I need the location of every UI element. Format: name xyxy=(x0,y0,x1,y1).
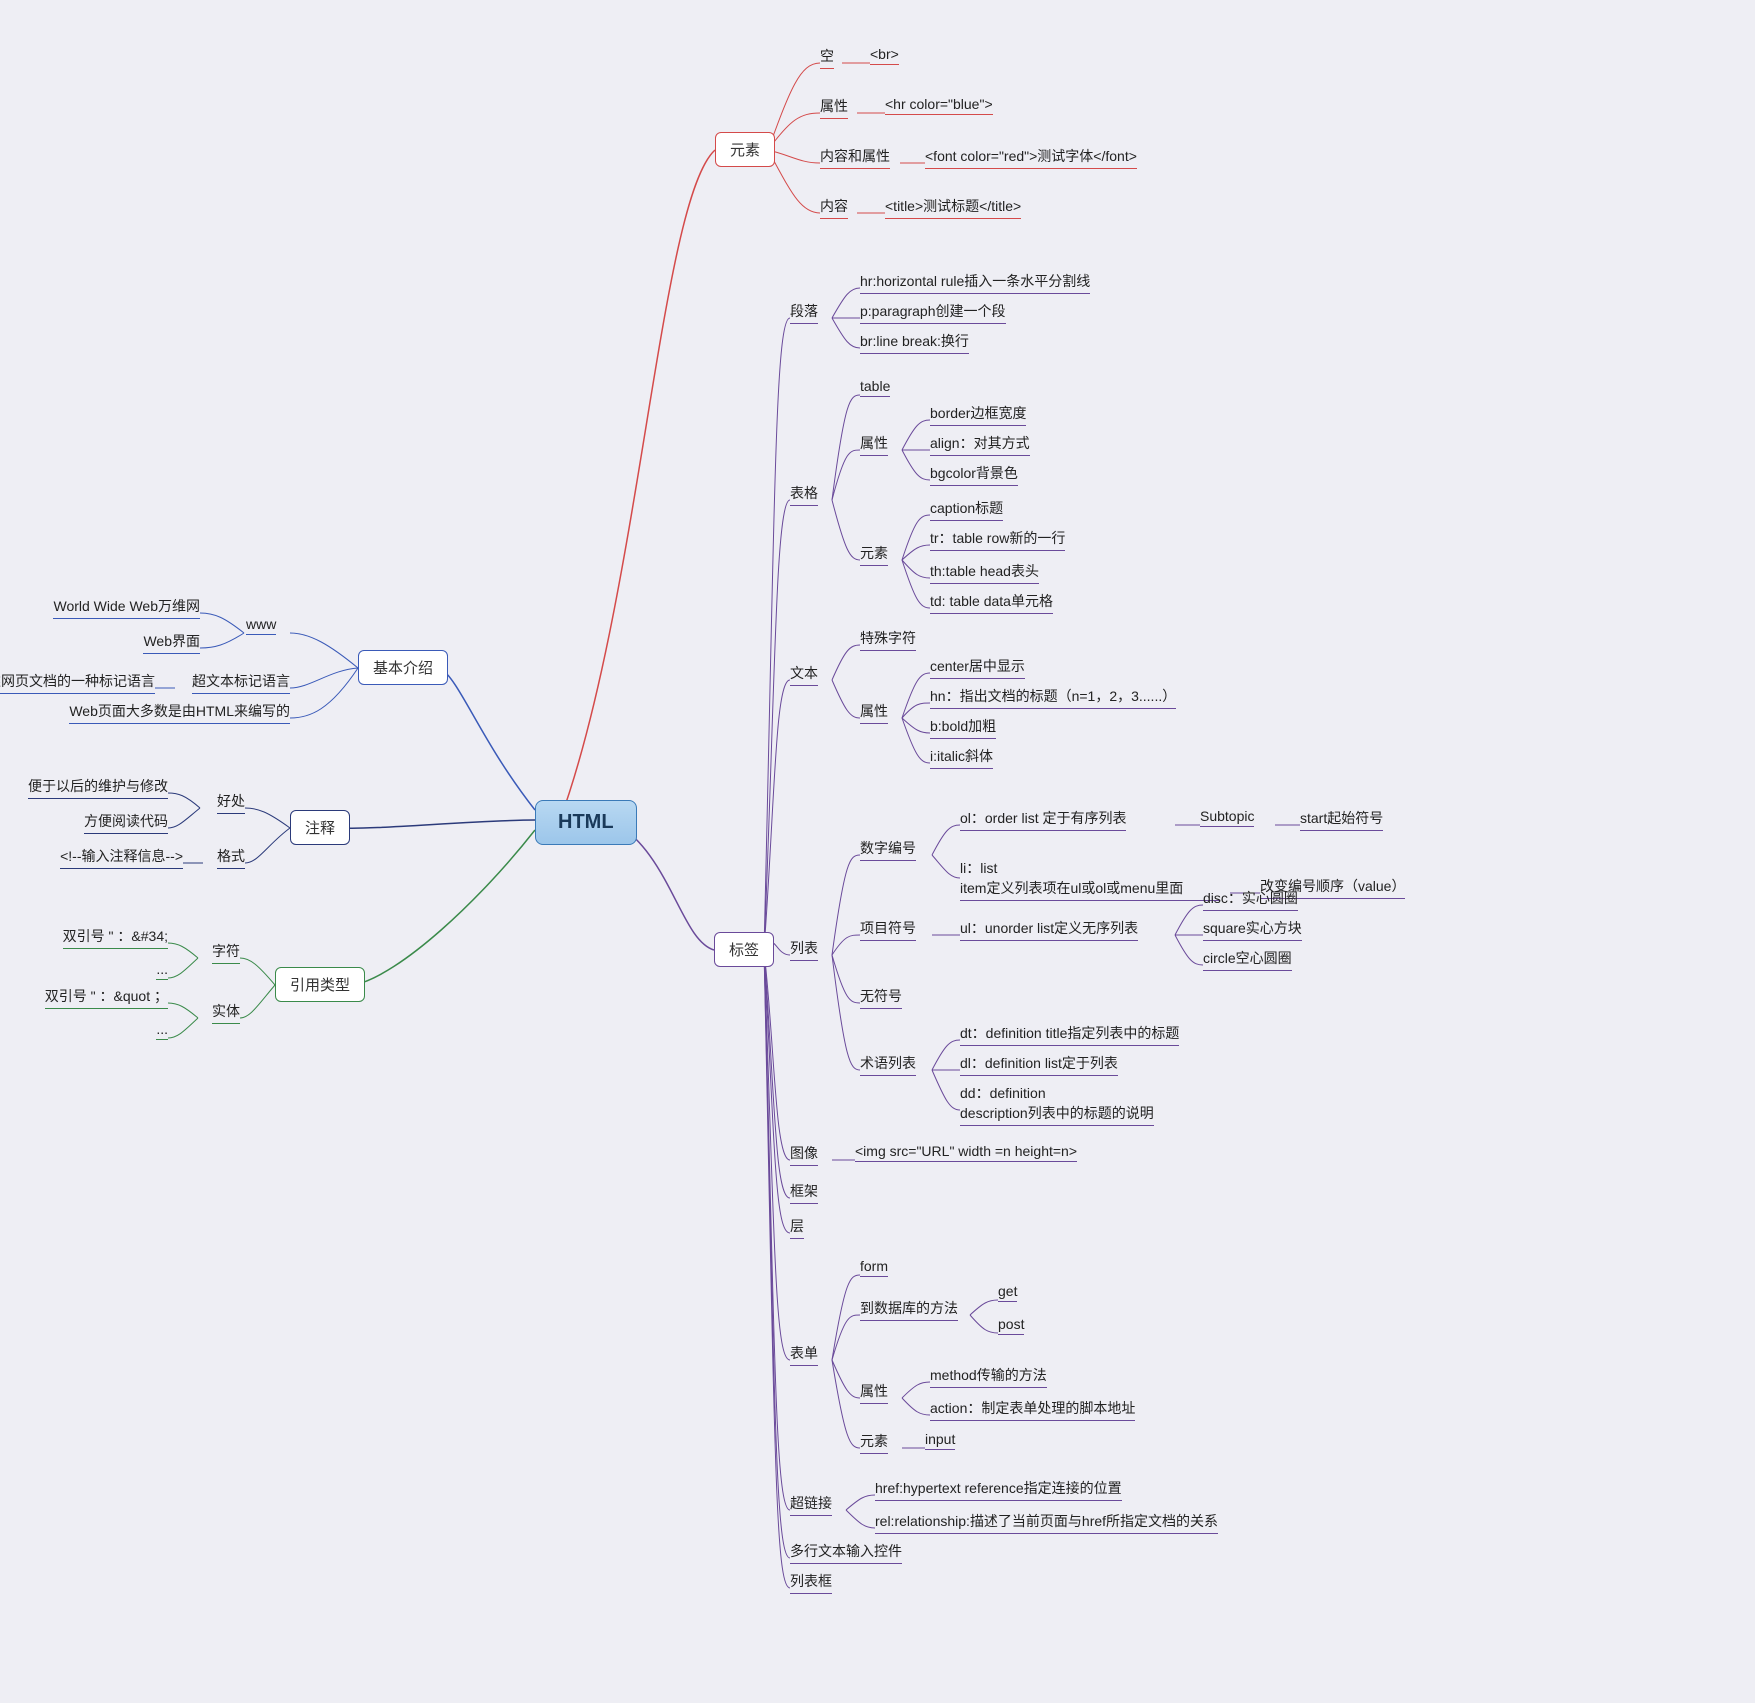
tag-list-num: 数字编号 xyxy=(860,838,916,861)
tag-list-bullet-1: square实心方块 xyxy=(1203,918,1302,941)
branch-tag[interactable]: 标签 xyxy=(714,932,774,967)
tag-listbox: 列表框 xyxy=(790,1571,832,1594)
tag-link: 超链接 xyxy=(790,1493,832,1516)
tag-table-elem-2: th:table head表头 xyxy=(930,561,1039,584)
branch-refs[interactable]: 引用类型 xyxy=(275,967,365,1002)
tag-list-num-ol-start: start起始符号 xyxy=(1300,808,1383,831)
tag-text-attr-1: hn：指出文档的标题（n=1，2，3......） xyxy=(930,686,1176,709)
elem-empty-val: <br> xyxy=(870,46,899,65)
tag-layer: 层 xyxy=(790,1216,804,1239)
refs-entity: 实体 xyxy=(212,1001,240,1024)
label: 引用类型 xyxy=(290,977,350,994)
tag-form-elem-val: input xyxy=(925,1431,955,1450)
tag-image: 图像 xyxy=(790,1143,818,1166)
label: 基本介绍 xyxy=(373,660,433,677)
elem-attr-label: 属性 xyxy=(820,96,848,119)
comment-benefit-1: 方便阅读代码 xyxy=(84,811,168,834)
tag-form-db-0: get xyxy=(998,1283,1017,1302)
tag-text-attr-0: center居中显示 xyxy=(930,656,1025,679)
tag-link-0: href:hypertext reference指定连接的位置 xyxy=(875,1478,1122,1501)
tag-form-db: 到数据库的方法 xyxy=(860,1298,958,1321)
tag-form-elem: 元素 xyxy=(860,1431,888,1454)
tag-image-val: <img src="URL" width =n height=n> xyxy=(855,1143,1077,1162)
refs-entity-0: 双引号 " ：&quot ； xyxy=(45,986,168,1009)
refs-char: 字符 xyxy=(212,941,240,964)
tag-table-elem-0: caption标题 xyxy=(930,498,1003,521)
comment-format-child: <!--输入注释信息--> xyxy=(60,846,183,869)
comment-format: 格式 xyxy=(217,846,245,869)
tag-list-bullet-ul: ul：unorder list定义无序列表 xyxy=(960,918,1138,941)
tag-list-term-2: dd：definition description列表中的标题的说明 xyxy=(960,1083,1154,1126)
elem-both-val: <font color="red">测试字体</font> xyxy=(925,146,1137,169)
tag-list-term-0: dt：definition title指定列表中的标题 xyxy=(960,1023,1179,1046)
tag-frame: 框架 xyxy=(790,1181,818,1204)
tag-form-db-1: post xyxy=(998,1316,1024,1335)
tag-para-1: p:paragraph创建一个段 xyxy=(860,301,1006,324)
tag-text-attr: 属性 xyxy=(860,701,888,724)
tag-table: 表格 xyxy=(790,483,818,506)
tag-text: 文本 xyxy=(790,663,818,686)
intro-www-0: World Wide Web万维网 xyxy=(53,596,200,619)
elem-empty-label: 空 xyxy=(820,46,834,69)
label: 元素 xyxy=(730,142,760,159)
tag-list-term-1: dl：definition list定于列表 xyxy=(960,1053,1118,1076)
elem-content-val: <title>测试标题</title> xyxy=(885,196,1021,219)
intro-hypertext-child: 用于描述网页文档的一种标记语言 xyxy=(0,671,155,694)
tag-list-bullet-2: circle空心圆圈 xyxy=(1203,948,1292,971)
tag-table-attr-1: align：对其方式 xyxy=(930,433,1030,456)
tag-text-attr-3: i:italic斜体 xyxy=(930,746,993,769)
tag-form: 表单 xyxy=(790,1343,818,1366)
intro-www: www xyxy=(246,616,276,635)
tag-table-attr: 属性 xyxy=(860,433,888,456)
tag-table-attr-2: bgcolor背景色 xyxy=(930,463,1018,486)
tag-table-elem-3: td: table data单元格 xyxy=(930,591,1053,614)
branch-element[interactable]: 元素 xyxy=(715,132,775,167)
tag-list-num-li: li：list item定义列表项在ul或ol或menu里面 xyxy=(960,858,1220,901)
tag-para-0: hr:horizontal rule插入一条水平分割线 xyxy=(860,271,1090,294)
tag-textarea: 多行文本输入控件 xyxy=(790,1541,902,1564)
intro-www-1: Web界面 xyxy=(143,631,200,654)
tag-table-elem-1: tr：table row新的一行 xyxy=(930,528,1065,551)
branch-comment[interactable]: 注释 xyxy=(290,810,350,845)
comment-benefit: 好处 xyxy=(217,791,245,814)
tag-list: 列表 xyxy=(790,938,818,961)
tag-text-attr-2: b:bold加粗 xyxy=(930,716,996,739)
tag-list-num-ol: ol：order list 定于有序列表 xyxy=(960,808,1126,831)
tag-para: 段落 xyxy=(790,301,818,324)
tag-list-none: 无符号 xyxy=(860,986,902,1009)
comment-benefit-0: 便于以后的维护与修改 xyxy=(28,776,168,799)
tag-list-bullet-0: disc：实心圆圈 xyxy=(1203,888,1298,911)
refs-entity-1: ... xyxy=(156,1021,168,1040)
label: 标签 xyxy=(729,942,759,959)
tag-form-attr-1: action：制定表单处理的脚本地址 xyxy=(930,1398,1135,1421)
tag-text-special: 特殊字符 xyxy=(860,628,916,651)
tag-list-num-ol-sub: Subtopic xyxy=(1200,808,1254,827)
elem-attr-val: <hr color="blue"> xyxy=(885,96,993,115)
refs-char-0: 双引号 " ：&#34; xyxy=(63,926,168,949)
root-label: HTML xyxy=(558,811,614,833)
elem-both-label: 内容和属性 xyxy=(820,146,890,169)
tag-form-attr-0: method传输的方法 xyxy=(930,1365,1047,1388)
label: 注释 xyxy=(305,820,335,837)
root-node[interactable]: HTML xyxy=(535,800,637,845)
intro-most: Web页面大多数是由HTML来编写的 xyxy=(69,701,290,724)
intro-hypertext: 超文本标记语言 xyxy=(192,671,290,694)
branch-intro[interactable]: 基本介绍 xyxy=(358,650,448,685)
tag-table-elem: 元素 xyxy=(860,543,888,566)
refs-char-1: ... xyxy=(156,961,168,980)
tag-para-2: br:line break:换行 xyxy=(860,331,969,354)
tag-table-table: table xyxy=(860,378,890,397)
tag-list-bullet: 项目符号 xyxy=(860,918,916,941)
tag-table-attr-0: border边框宽度 xyxy=(930,403,1026,426)
elem-content-label: 内容 xyxy=(820,196,848,219)
tag-form-attr: 属性 xyxy=(860,1381,888,1404)
tag-list-term: 术语列表 xyxy=(860,1053,916,1076)
tag-link-1: rel:relationship:描述了当前页面与href所指定文档的关系 xyxy=(875,1511,1218,1534)
tag-form-form: form xyxy=(860,1258,888,1277)
